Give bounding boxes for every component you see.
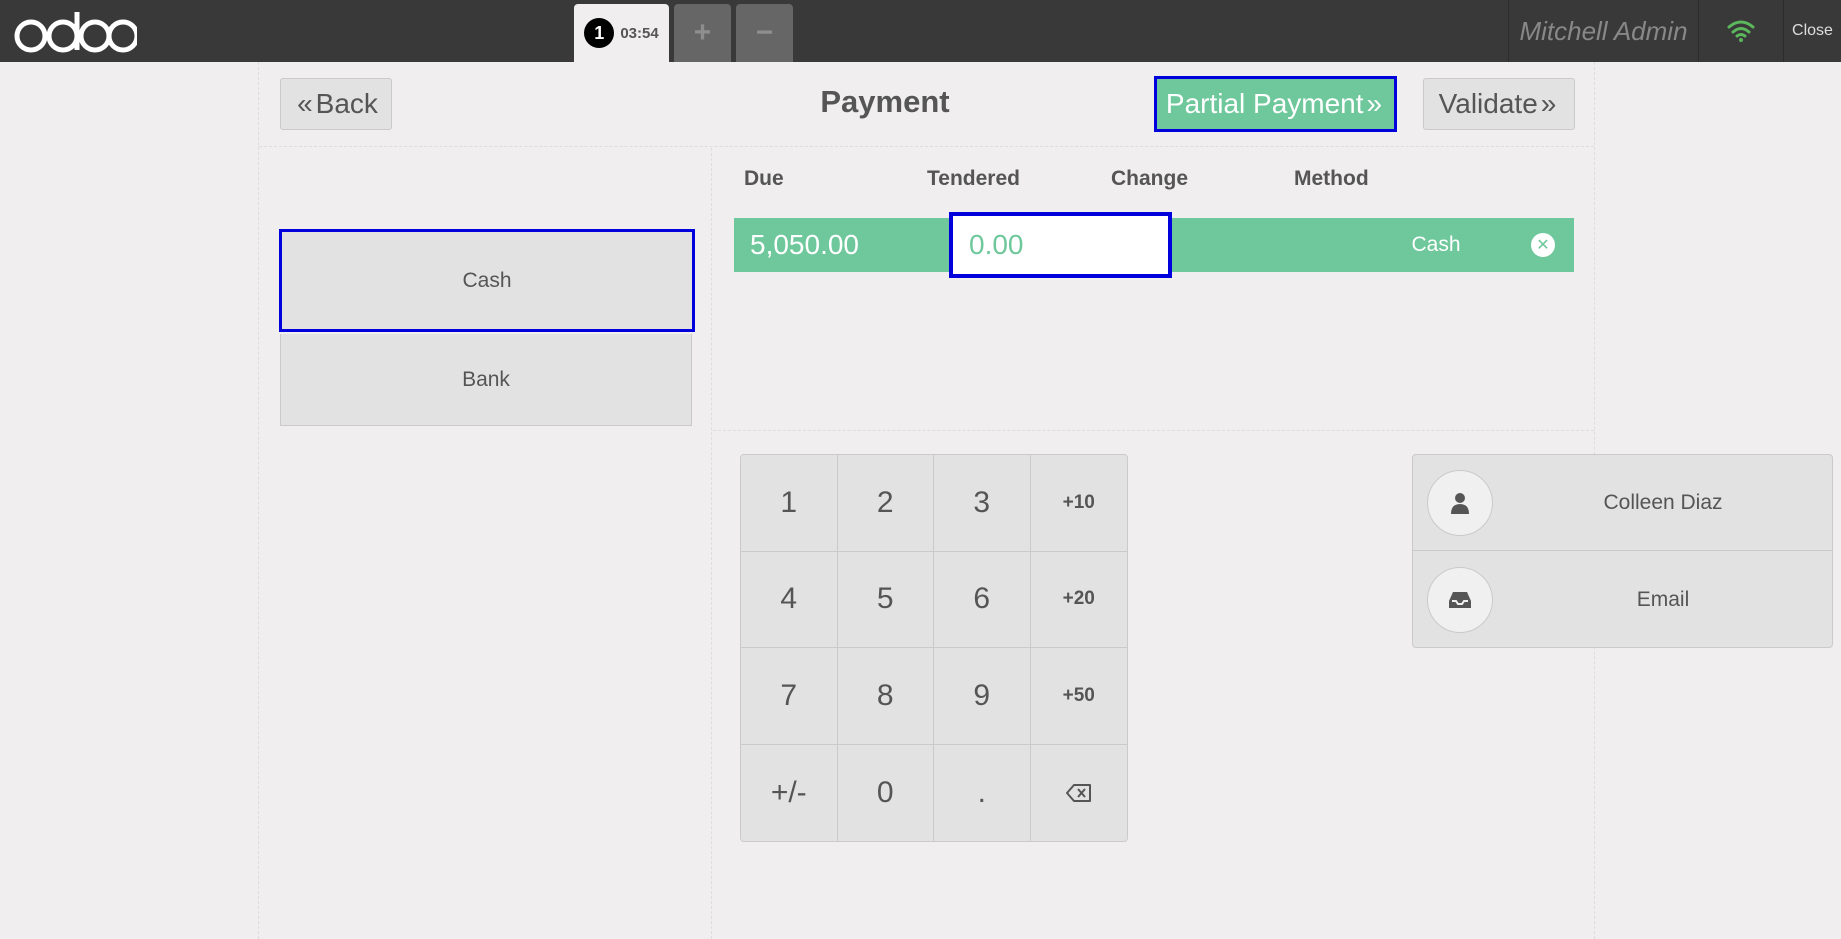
backspace-icon[interactable]: [1030, 744, 1127, 841]
payment-line[interactable]: 5,050.00 0.00 Cash ✕: [734, 212, 1574, 278]
numpad-key-dot[interactable]: .: [934, 744, 1031, 841]
line-method: Cash: [1411, 233, 1461, 256]
numpad-key-5[interactable]: 5: [837, 551, 934, 648]
order-number-badge: 1: [584, 18, 615, 48]
top-bar: 1 03:54 + − Mitchell Admin Close: [0, 0, 1841, 62]
column-tendered: Tendered: [927, 167, 1020, 190]
partial-payment-label: Partial Payment: [1165, 88, 1364, 119]
numpad-key-6[interactable]: 6: [934, 551, 1031, 648]
numpad-key-1[interactable]: 1: [741, 455, 838, 552]
validate-button[interactable]: Validate »: [1423, 78, 1575, 130]
user-name: Mitchell Admin: [1508, 0, 1698, 62]
page-title: Payment: [820, 84, 950, 119]
numpad-key-7[interactable]: 7: [741, 648, 838, 745]
remove-line-icon[interactable]: ✕: [1531, 233, 1555, 257]
numpad-key-9[interactable]: 9: [934, 648, 1031, 745]
customer-name: Colleen Diaz: [1603, 490, 1723, 514]
back-label: Back: [315, 88, 378, 119]
order-time: 03:54: [620, 24, 659, 42]
numpad-key-0[interactable]: 0: [837, 744, 934, 841]
customer-button[interactable]: Colleen Diaz: [1413, 455, 1832, 551]
inbox-icon: [1427, 567, 1493, 633]
numpad-key-8[interactable]: 8: [837, 648, 934, 745]
payment-header: « Back Payment Partial Payment » Validat…: [259, 62, 1594, 147]
payment-method-cash[interactable]: Cash: [279, 229, 695, 332]
payment-extras: Colleen Diaz Email: [1412, 454, 1833, 648]
chevron-right-icon: »: [1540, 88, 1557, 119]
order-tab[interactable]: 1 03:54: [574, 4, 669, 62]
numpad-key-plus10[interactable]: +10: [1030, 455, 1127, 552]
column-due: Due: [744, 167, 784, 190]
tendered-input[interactable]: 0.00: [949, 212, 1172, 278]
chevron-right-icon: »: [1366, 88, 1383, 119]
numpad-key-2[interactable]: 2: [837, 455, 934, 552]
payment-methods-panel: Cash Bank: [259, 148, 712, 939]
payment-content: Due Tendered Change Method 5,050.00 0.00…: [713, 148, 1833, 939]
numpad-key-4[interactable]: 4: [741, 551, 838, 648]
back-button[interactable]: « Back: [280, 78, 392, 130]
numpad: 1 2 3 +10 4 5 6 +20 7 8 9 +50 +/- 0 .: [740, 454, 1128, 842]
email-label: Email: [1636, 588, 1690, 611]
odoo-logo: [14, 12, 137, 53]
user-icon: [1427, 469, 1493, 536]
add-order-button[interactable]: +: [674, 4, 731, 62]
numpad-key-plus20[interactable]: +20: [1030, 551, 1127, 648]
remove-order-button[interactable]: −: [736, 4, 793, 62]
numpad-key-3[interactable]: 3: [934, 455, 1031, 552]
numpad-key-sign[interactable]: +/-: [741, 744, 838, 841]
email-button[interactable]: Email: [1413, 552, 1832, 648]
payment-lines: Due Tendered Change Method 5,050.00 0.00…: [713, 148, 1594, 431]
column-change: Change: [1111, 167, 1189, 190]
wifi-icon[interactable]: [1698, 0, 1783, 62]
column-method: Method: [1294, 167, 1369, 190]
close-button[interactable]: Close: [1783, 0, 1841, 62]
payment-method-bank[interactable]: Bank: [280, 334, 692, 426]
validate-label: Validate: [1438, 88, 1538, 119]
numpad-key-plus50[interactable]: +50: [1030, 648, 1127, 745]
chevron-left-icon: «: [297, 88, 313, 119]
payment-screen: « Back Payment Partial Payment » Validat…: [258, 62, 1833, 939]
partial-payment-button[interactable]: Partial Payment »: [1154, 76, 1397, 132]
due-amount: 5,050.00: [750, 229, 859, 260]
